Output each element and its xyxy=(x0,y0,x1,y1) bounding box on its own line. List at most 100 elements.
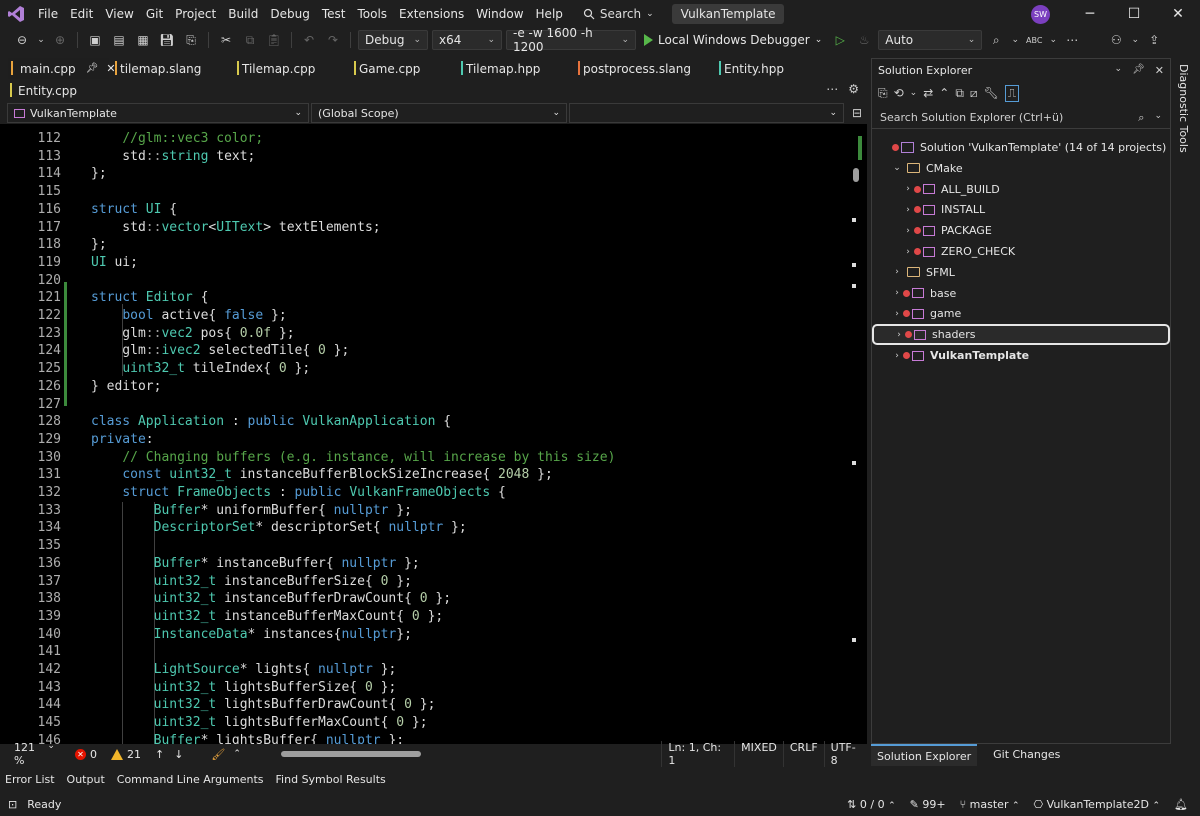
properties-icon[interactable]: 🔧︎ xyxy=(984,86,999,100)
share-icon[interactable]: ⇪ xyxy=(1144,30,1164,50)
start-debugging-button[interactable]: Local Windows Debugger ⌄ xyxy=(640,33,826,47)
previous-issue-icon[interactable]: ↑ xyxy=(155,748,164,761)
tree-item-zero_check[interactable]: › ZERO_CHECK xyxy=(872,241,1170,262)
settings-icon[interactable]: ⚙ xyxy=(848,82,859,96)
paste-icon[interactable]: 📋︎ xyxy=(264,30,284,50)
menu-build[interactable]: Build xyxy=(222,0,264,28)
auto-select[interactable]: Auto ⌄ xyxy=(878,30,983,50)
edits-indicator[interactable]: ✎ 99+ xyxy=(910,798,946,811)
close-icon[interactable]: ✕ xyxy=(1155,64,1164,77)
visual-studio-logo-icon[interactable] xyxy=(0,0,32,28)
menu-git[interactable]: Git xyxy=(140,0,169,28)
chevron-right-icon[interactable]: › xyxy=(891,288,903,298)
configuration-select[interactable]: Debug ⌄ xyxy=(358,30,428,50)
new-project-icon[interactable]: ▣ xyxy=(85,30,105,50)
chevron-right-icon[interactable]: › xyxy=(902,205,914,215)
code-cleanup-icon[interactable]: 🖌︎ xyxy=(211,748,225,761)
chevron-right-icon[interactable]: › xyxy=(902,226,914,236)
tree-item-vulkantemplate[interactable]: › VulkanTemplate xyxy=(872,345,1170,366)
scrollbar-thumb[interactable] xyxy=(280,751,421,757)
scope-select[interactable]: (Global Scope) ⌄ xyxy=(311,103,567,123)
chevron-down-icon[interactable]: ⌄ xyxy=(1115,64,1123,77)
hot-reload-icon[interactable]: ♨ xyxy=(854,30,874,50)
tab-command-line-arguments[interactable]: Command Line Arguments xyxy=(112,772,270,786)
tab-game-cpp[interactable]: Game.cpp xyxy=(351,58,456,79)
switch-views-icon[interactable]: ⎘ xyxy=(878,86,888,101)
file-encoding[interactable]: UTF-8 xyxy=(823,741,867,767)
close-button[interactable]: ✕ xyxy=(1156,0,1200,28)
warning-count[interactable]: 21 xyxy=(110,748,141,761)
pin-icon[interactable]: 📌︎ xyxy=(86,63,99,74)
tree-item-sfml[interactable]: › SFML xyxy=(872,262,1170,283)
cut-icon[interactable]: ✂ xyxy=(216,30,236,50)
forward-icon[interactable]: ⊕ xyxy=(50,30,70,50)
solution-title[interactable]: VulkanTemplate xyxy=(671,4,785,24)
chevron-right-icon[interactable]: › xyxy=(891,267,903,277)
tab-solution-explorer[interactable]: Solution Explorer xyxy=(871,744,978,766)
next-issue-icon[interactable]: ↓ xyxy=(174,748,183,761)
add-item-icon[interactable]: ▦ xyxy=(133,30,153,50)
chevron-right-icon[interactable]: › xyxy=(891,351,903,361)
tab-git-changes[interactable]: Git Changes xyxy=(987,744,1066,766)
minimize-button[interactable]: ─ xyxy=(1068,0,1112,28)
code-editor[interactable]: 112 113 114 115 116 117 118 119 120 121 122 123 124 1… xyxy=(0,124,867,744)
tab-postprocess-slang[interactable]: postprocess.slang xyxy=(575,58,715,79)
chevron-right-icon[interactable]: › xyxy=(902,247,914,257)
vertical-scrollbar[interactable] xyxy=(849,124,863,744)
collapse-all-icon[interactable]: ⌃ xyxy=(939,86,949,100)
platform-select[interactable]: x64 ⌄ xyxy=(432,30,502,50)
tab-output[interactable]: Output xyxy=(62,772,111,786)
repository-indicator[interactable]: ⎔ VulkanTemplate2D ⌃ xyxy=(1034,798,1161,811)
chevron-right-icon[interactable]: › xyxy=(902,184,914,194)
command-args-select[interactable]: -e -w 1600 -h 1200 ⌄ xyxy=(506,26,636,54)
pending-changes-icon[interactable]: ⟲ xyxy=(894,86,904,100)
tree-item-shaders[interactable]: › shaders xyxy=(872,324,1170,346)
menu-help[interactable]: Help xyxy=(530,0,569,28)
tab-find-symbol-results[interactable]: Find Symbol Results xyxy=(271,772,392,786)
diagnostic-tools-tab[interactable]: Diagnostic Tools xyxy=(1177,64,1190,153)
split-editor-icon[interactable]: ⊟ xyxy=(852,106,862,120)
chevron-right-icon[interactable]: › xyxy=(891,309,903,319)
menu-test[interactable]: Test xyxy=(316,0,352,28)
member-select[interactable]: ⌄ xyxy=(569,103,844,123)
show-all-files-icon[interactable]: ⧉ xyxy=(955,86,964,101)
hide-files-icon[interactable]: ⧄ xyxy=(970,86,978,101)
tree-item-all_build[interactable]: › ALL_BUILD xyxy=(872,179,1170,200)
chevron-down-icon[interactable]: ⌄ xyxy=(36,30,46,50)
start-without-debugging-icon[interactable]: ▷ xyxy=(830,30,850,50)
menu-window[interactable]: Window xyxy=(470,0,529,28)
redo-icon[interactable]: ↷ xyxy=(323,30,343,50)
chevron-down-icon[interactable]: ⌄ xyxy=(891,163,903,173)
menu-file[interactable]: File xyxy=(32,0,64,28)
tree-item-solution[interactable]: Solution 'VulkanTemplate' (14 of 14 proj… xyxy=(872,137,1170,158)
tab-error-list[interactable]: Error List xyxy=(0,772,61,786)
chevron-down-icon[interactable]: ⌄ xyxy=(1010,30,1020,50)
tab-tilemap-slang[interactable]: tilemap.slang xyxy=(112,58,232,79)
maximize-button[interactable]: ☐ xyxy=(1112,0,1156,28)
tree-item-install[interactable]: › INSTALL xyxy=(872,199,1170,220)
chevron-down-icon[interactable]: ⌄ xyxy=(1154,111,1162,125)
indentation-mode[interactable]: MIXED xyxy=(734,741,783,767)
menu-edit[interactable]: Edit xyxy=(64,0,99,28)
save-all-icon[interactable]: ⎘ xyxy=(181,30,201,50)
project-select[interactable]: VulkanTemplate ⌄ xyxy=(7,103,309,123)
menu-debug[interactable]: Debug xyxy=(264,0,315,28)
tab-tilemap-hpp[interactable]: Tilemap.hpp xyxy=(458,58,573,79)
back-icon[interactable]: ⊖ xyxy=(12,30,32,50)
tab-entity-hpp[interactable]: Entity.hpp xyxy=(716,58,826,79)
zoom-select[interactable]: 121 % ⌄ xyxy=(0,741,61,767)
save-icon[interactable]: 💾︎ xyxy=(157,30,177,50)
solution-search-input[interactable]: Search Solution Explorer (Ctrl+ü) ⌕ ⌄ xyxy=(872,107,1170,129)
open-file-icon[interactable]: ▤ xyxy=(109,30,129,50)
tree-item-cmake[interactable]: ⌄ CMake xyxy=(872,158,1170,179)
tab-main-cpp[interactable]: main.cpp 📌︎ ✕ xyxy=(8,58,116,79)
preview-selected-icon[interactable]: ⎍ xyxy=(1004,84,1020,102)
avatar[interactable]: SW xyxy=(1031,4,1050,24)
menu-view[interactable]: View xyxy=(99,0,139,28)
tree-item-package[interactable]: › PACKAGE xyxy=(872,220,1170,241)
branch-indicator[interactable]: ⑂ master ⌃ xyxy=(960,798,1020,811)
copy-icon[interactable]: ⧉ xyxy=(240,30,260,50)
chevron-down-icon[interactable]: ⌄ xyxy=(1130,30,1140,50)
chevron-up-icon[interactable]: ⌃ xyxy=(233,749,241,759)
tab-tilemap-cpp[interactable]: Tilemap.cpp xyxy=(234,58,349,79)
